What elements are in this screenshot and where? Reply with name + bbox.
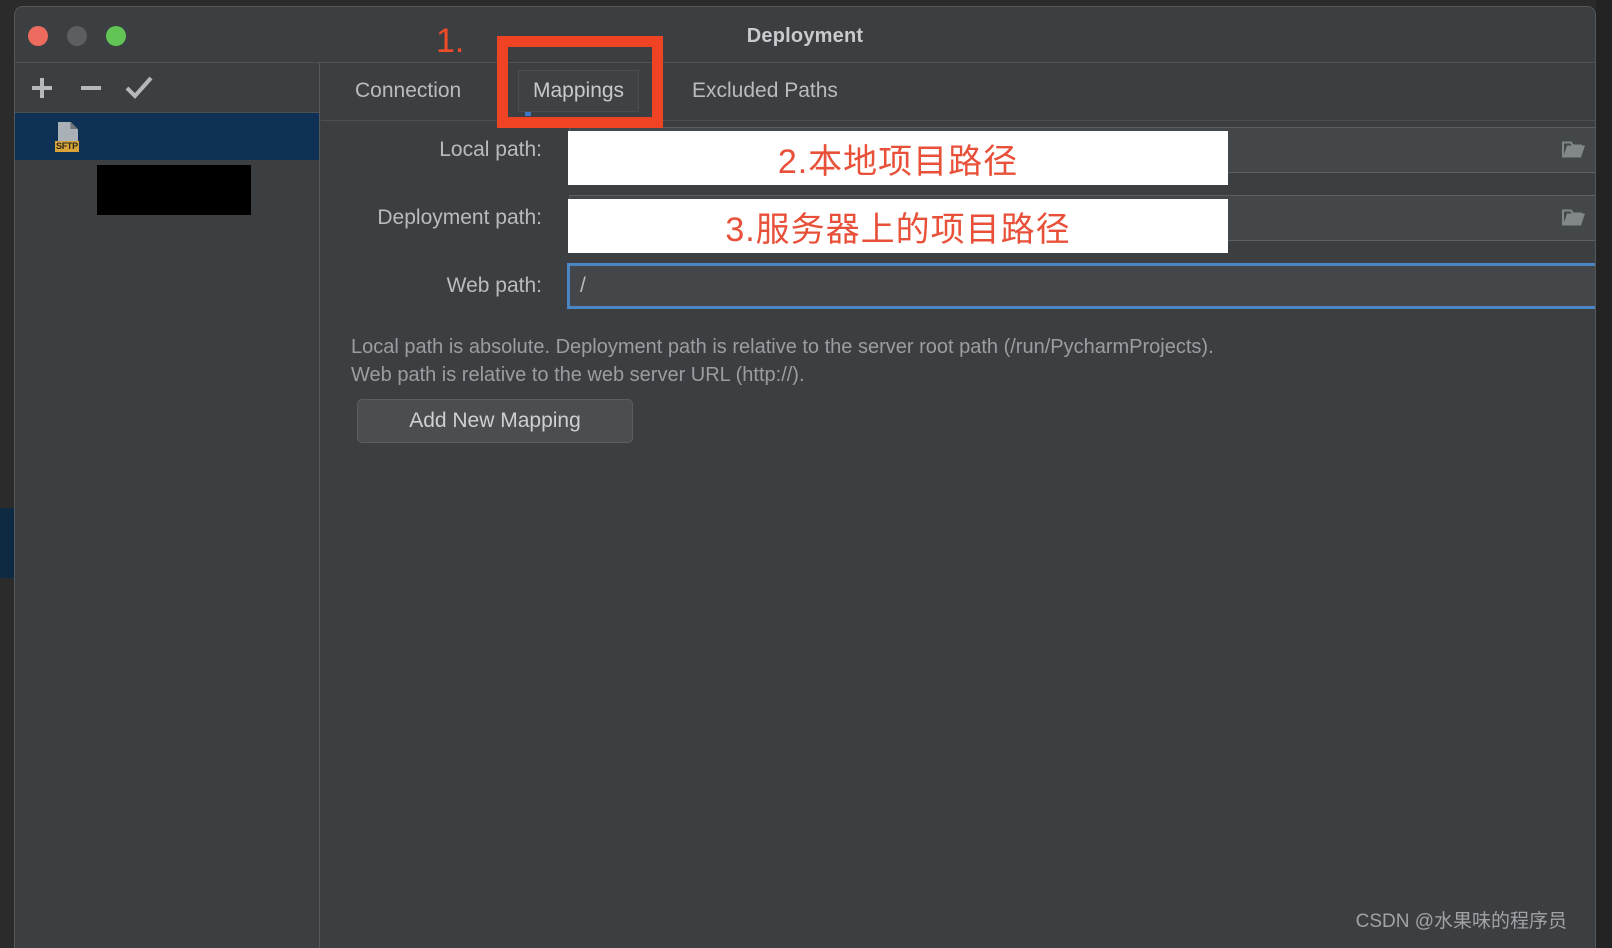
watermark: CSDN @水果味的程序员: [1355, 911, 1567, 932]
local-path-label-box: Local path:: [321, 127, 542, 173]
add-new-mapping-button[interactable]: Add New Mapping: [357, 399, 633, 443]
add-server-button[interactable]: [21, 67, 63, 109]
window-title: Deployment: [746, 25, 864, 47]
tab-connection[interactable]: Connection: [341, 70, 475, 112]
deployment-path-label-box: Deployment path:: [321, 195, 542, 241]
server-list-sidebar: SFTP: [15, 63, 320, 948]
backdrop-right-strip: [1596, 0, 1612, 948]
annotation-step-1-highlight-box: [497, 36, 663, 128]
dialog-body: SFTP Connection Mappings Excluded Paths: [15, 63, 1595, 948]
annotation-step-3-label: 3.服务器上的项目路径: [568, 199, 1228, 253]
tab-connection-label: Connection: [355, 79, 462, 102]
plus-icon: [29, 75, 55, 101]
mappings-panel: Connection Mappings Excluded Paths Local…: [321, 63, 1595, 948]
backdrop-blue-accent: [0, 508, 14, 578]
tab-excluded-paths[interactable]: Excluded Paths: [678, 70, 852, 112]
sftp-icon: SFTP: [55, 121, 81, 152]
server-list: SFTP: [15, 113, 319, 160]
web-path-label: Web path:: [446, 274, 542, 297]
help-text: Local path is absolute. Deployment path …: [351, 333, 1214, 389]
remove-server-button[interactable]: [70, 67, 112, 109]
folder-icon[interactable]: [1562, 209, 1586, 228]
help-line-2: Web path is relative to the web server U…: [351, 364, 805, 386]
web-path-value: /: [580, 274, 586, 297]
sidebar-toolbar: [15, 63, 319, 113]
backdrop-left-strip: [0, 0, 14, 948]
checkmark-icon: [125, 75, 153, 101]
redaction-overlay: [97, 165, 251, 215]
sftp-badge-label: SFTP: [55, 140, 79, 152]
local-path-label: Local path:: [439, 138, 542, 161]
deployment-path-label: Deployment path:: [377, 206, 542, 229]
web-path-row: Web path: /: [321, 263, 1595, 309]
annotation-step-1-number: 1.: [436, 22, 465, 60]
tab-excluded-paths-label: Excluded Paths: [692, 79, 838, 102]
web-path-input[interactable]: /: [567, 263, 1595, 309]
folder-icon[interactable]: [1562, 141, 1586, 160]
annotation-step-2-label: 2.本地项目路径: [568, 131, 1228, 185]
window-titlebar: Deployment: [15, 7, 1595, 63]
list-item[interactable]: SFTP: [15, 113, 319, 160]
web-path-label-box: Web path:: [321, 263, 542, 309]
help-line-1: Local path is absolute. Deployment path …: [351, 336, 1214, 358]
minus-icon: [78, 75, 104, 101]
apply-button[interactable]: [118, 67, 160, 109]
